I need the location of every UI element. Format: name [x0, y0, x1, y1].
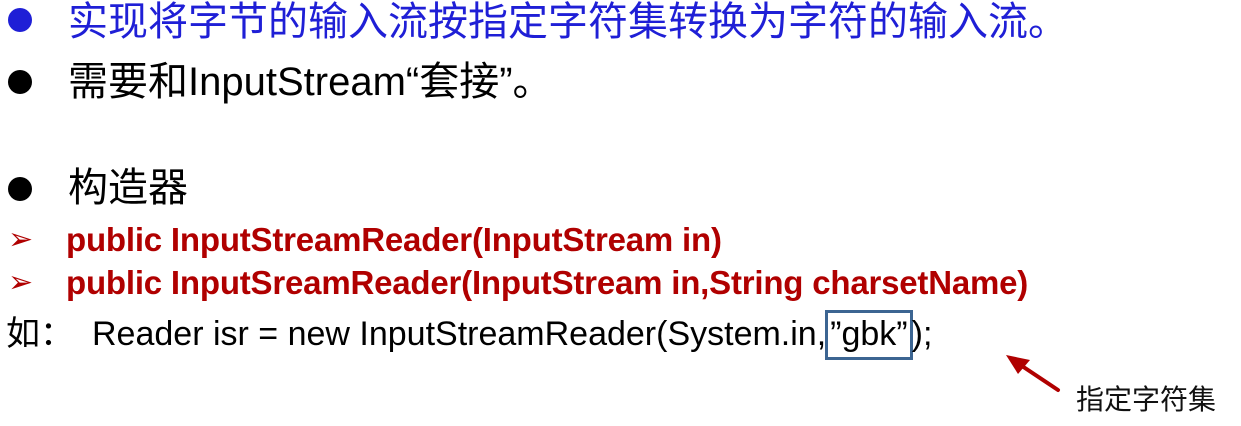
annotation-label: 指定字符集 — [1076, 384, 1217, 415]
annotation-arrow-icon — [1006, 355, 1060, 392]
